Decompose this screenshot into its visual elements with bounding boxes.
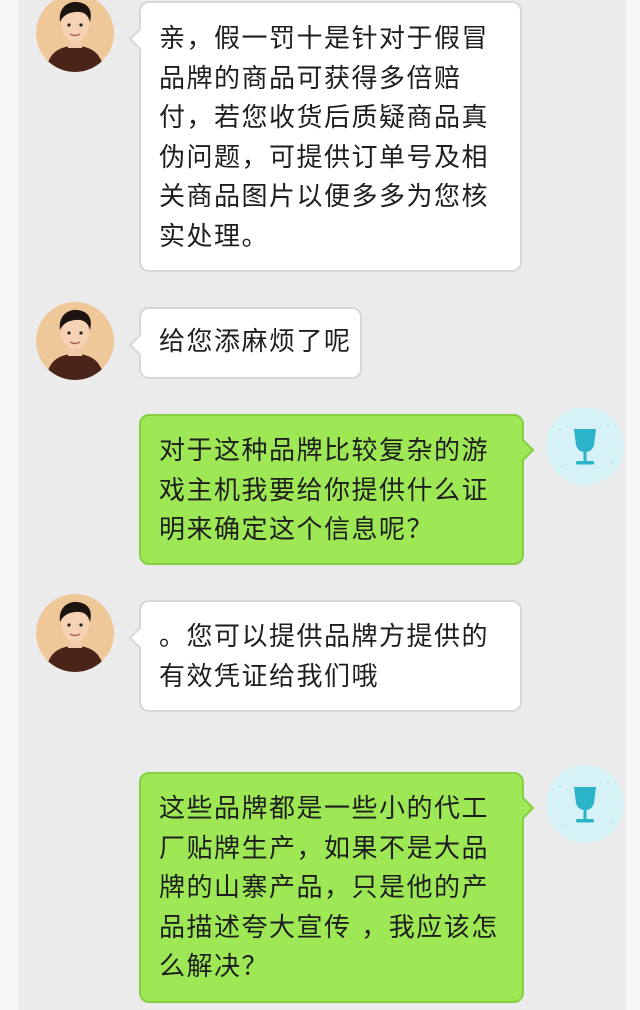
bubble-tail: [511, 796, 535, 820]
message-text-line: 对于这种品牌比较复杂的游: [159, 436, 490, 466]
message-text-line: 关商品图片以便多多为您核: [159, 182, 490, 212]
message-text-line: 。您可以提供品牌方提供的: [159, 622, 490, 652]
user-avatar[interactable]: [546, 407, 624, 485]
message-text-line: 明来确定这个信息呢？: [159, 515, 435, 545]
wine-glass-icon: [558, 423, 614, 469]
message-text-line: 么解决？: [159, 952, 270, 982]
message-text-line: 厂贴牌生产，如果不是大品: [159, 833, 490, 864]
user-avatar[interactable]: [546, 765, 624, 843]
bubble-tail: [128, 333, 152, 357]
message-bubble-1[interactable]: 亲，假一罚十是针对于假冒 品牌的商品可获得多倍赔 付，若您收货后质疑商品真 伪问…: [128, 1, 522, 272]
message-text-line: 戏主机我要给你提供什么证: [159, 475, 490, 506]
bubble-tail: [128, 27, 152, 51]
message-text-line: 亲，假一罚十是针对于假冒: [159, 24, 490, 54]
person-avatar-icon: [46, 1, 104, 72]
message-bubble-5[interactable]: 这些品牌都是一些小的代工 厂贴牌生产，如果不是大品 牌的山寨产品，只是他的产 品…: [139, 772, 535, 1003]
message-bubble-2[interactable]: 给您添麻烦了呢: [128, 307, 362, 379]
message-text-line: 这些品牌都是一些小的代工: [159, 794, 490, 824]
chat-area[interactable]: 亲，假一罚十是针对于假冒 品牌的商品可获得多倍赔 付，若您收货后质疑商品真 伪问…: [0, 0, 640, 1010]
message-text-line: 品牌的商品可获得多倍赔: [159, 63, 462, 94]
message-bubble-3[interactable]: 对于这种品牌比较复杂的游 戏主机我要给你提供什么证 明来确定这个信息呢？: [139, 414, 535, 565]
message-text-line: 给您添麻烦了呢: [159, 327, 352, 357]
message-text-line: 有效凭证给我们哦: [159, 661, 380, 692]
message-bubble-4[interactable]: 。您可以提供品牌方提供的 有效凭证给我们哦: [128, 600, 522, 712]
person-avatar-icon: [46, 309, 104, 380]
message-text-line: 品描述夸大宣传 ，我应该怎: [159, 912, 499, 943]
agent-avatar[interactable]: [36, 0, 114, 72]
agent-avatar[interactable]: [36, 594, 114, 672]
message-text-line: 实处理。: [159, 221, 270, 252]
message-text-line: 付，若您收货后质疑商品真: [159, 103, 490, 133]
person-avatar-icon: [46, 601, 104, 672]
message-text-line: 伪问题，可提供订单号及相: [159, 142, 490, 173]
bubble-tail: [128, 626, 152, 650]
message-text-line: 牌的山寨产品，只是他的产: [159, 873, 490, 903]
agent-avatar[interactable]: [36, 302, 114, 380]
wine-glass-icon: [558, 781, 614, 827]
bubble-tail: [511, 438, 535, 462]
